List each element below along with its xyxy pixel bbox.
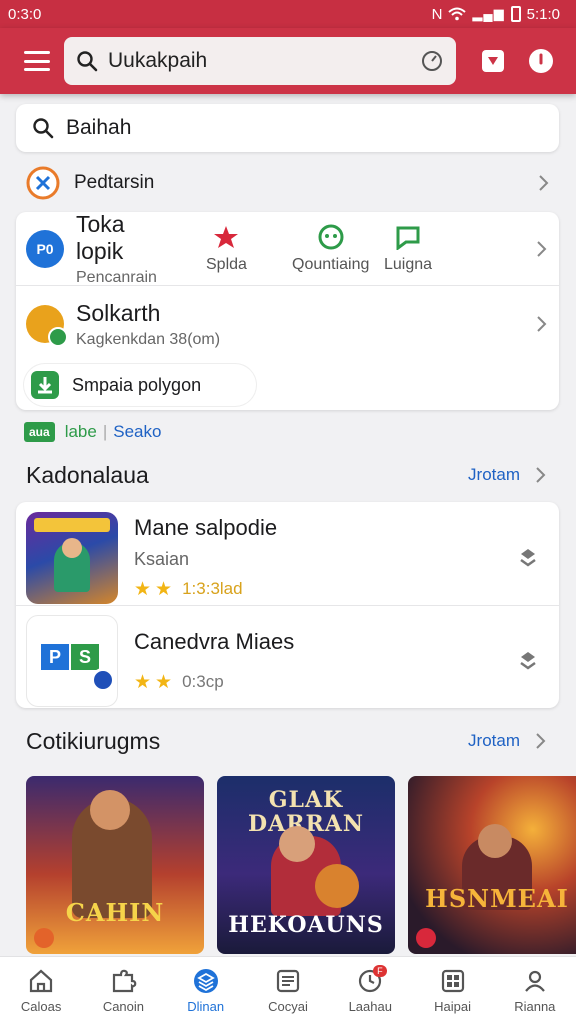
app-subtitle: Ksaian bbox=[134, 548, 190, 569]
solkarth-title: Solkarth bbox=[76, 299, 161, 326]
app-name: Mane salpodie bbox=[134, 514, 278, 540]
app-list-item[interactable]: P S Canedvra Miaes ★ ★ 0:3cp bbox=[16, 614, 559, 708]
status-time: 0:3:0 bbox=[8, 5, 42, 23]
game-title: HEKOAUNS bbox=[228, 912, 384, 938]
download-box-icon bbox=[31, 371, 59, 399]
nav-item-rianna[interactable]: Rianna bbox=[494, 957, 576, 1024]
layers-icon bbox=[193, 969, 218, 993]
chevron-right-icon bbox=[537, 316, 547, 332]
star-icon: ★ bbox=[155, 578, 173, 600]
nav-item-laahau[interactable]: F Laahau bbox=[329, 957, 411, 1024]
puzzle-icon bbox=[113, 969, 137, 993]
app-thumbnail: P S bbox=[26, 615, 118, 707]
filter-tags: aua labe | Seako bbox=[24, 422, 161, 442]
search-icon bbox=[77, 51, 98, 72]
install-icon[interactable] bbox=[517, 650, 539, 672]
nav-item-dlinan[interactable]: Dlinan bbox=[165, 957, 247, 1024]
play-protect-icon[interactable] bbox=[480, 48, 506, 74]
install-icon[interactable] bbox=[517, 547, 539, 569]
app-rating: ★ ★ 1:3:3lad bbox=[134, 578, 243, 600]
pedtarsin-label: Pedtarsin bbox=[74, 172, 155, 193]
green-tag[interactable]: aua bbox=[24, 422, 55, 442]
status-bar: 0:3:0 N ▂▄▆ 5:1:0 bbox=[0, 0, 576, 28]
news-icon bbox=[276, 969, 300, 993]
top-search-text: Uukakpaih bbox=[108, 49, 208, 72]
nav-item-canoin[interactable]: Canoin bbox=[82, 957, 164, 1024]
bottom-nav: Caloas Canoin Dlinan Cocyai F Laahau Hai… bbox=[0, 956, 576, 1024]
chevron-right-icon bbox=[537, 241, 547, 257]
app-rating: ★ ★ 0:3cp bbox=[134, 671, 224, 693]
section-title: Cotikiurugms bbox=[26, 728, 161, 754]
toka-lopik-title: Toka lopik bbox=[76, 210, 125, 264]
profile-icon[interactable] bbox=[528, 48, 554, 74]
menu-icon[interactable] bbox=[24, 51, 50, 71]
search-box[interactable]: Baihah bbox=[16, 104, 559, 152]
tag-divider: | bbox=[102, 422, 108, 441]
game-badge-icon bbox=[34, 928, 54, 948]
star-icon: ★ bbox=[134, 578, 152, 600]
section-see-more[interactable]: Jrotam bbox=[468, 465, 546, 485]
game-card[interactable]: HSNMEAI bbox=[408, 776, 576, 954]
tag-labe[interactable]: labe bbox=[65, 422, 97, 442]
pedtarsin-row[interactable]: Pedtarsin bbox=[16, 160, 559, 206]
star-burst-icon bbox=[214, 226, 239, 248]
nfc-icon: N bbox=[431, 5, 443, 23]
game-card[interactable]: CAHIN bbox=[26, 776, 204, 954]
shortcut-splda[interactable]: Splda bbox=[206, 224, 247, 274]
game-title: CAHIN bbox=[65, 898, 165, 927]
circle-x-icon bbox=[26, 166, 60, 200]
features-card: P0 Toka lopik Pencanrain Splda Qountiain… bbox=[16, 210, 559, 410]
status-clock: 5:1:0 bbox=[526, 5, 560, 23]
game-title: HSNMEAI bbox=[425, 884, 569, 913]
person-icon bbox=[524, 970, 545, 992]
star-icon: ★ bbox=[155, 671, 173, 693]
toka-lopik-row[interactable]: P0 Toka lopik Pencanrain Splda Qountiain… bbox=[16, 210, 559, 286]
battery-icon bbox=[510, 6, 521, 22]
app-bar: Uukakpaih bbox=[0, 28, 576, 94]
app-icon: P0 bbox=[26, 229, 64, 268]
search-box-text: Baihah bbox=[66, 116, 132, 139]
solkarth-row[interactable]: Solkarth Kagkenkdan 38(om) bbox=[16, 286, 559, 362]
nav-item-caloas[interactable]: Caloas bbox=[0, 957, 82, 1024]
nav-item-haipai[interactable]: Haipai bbox=[411, 957, 493, 1024]
game-card[interactable]: GLAK DARRAN HEKOAUNS bbox=[217, 776, 395, 954]
shortcut-luigna[interactable]: Luigna bbox=[384, 224, 432, 274]
games-carousel: CAHIN GLAK DARRAN HEKOAUNS HSNMEAI bbox=[26, 776, 576, 954]
top-search-field[interactable]: Uukakpaih bbox=[64, 37, 456, 85]
chevron-right-icon bbox=[536, 467, 546, 483]
flag-icon bbox=[396, 226, 420, 250]
game-badge-icon bbox=[416, 928, 436, 948]
notification-badge: F bbox=[373, 965, 387, 977]
smpaia-polygon-label: Smpaia polygon bbox=[72, 374, 202, 395]
section-see-more[interactable]: Jrotam bbox=[468, 731, 546, 751]
avatar bbox=[26, 305, 68, 347]
toka-lopik-subtitle: Pencanrain bbox=[76, 268, 157, 286]
section-title: Kadonalaua bbox=[26, 462, 149, 488]
star-icon: ★ bbox=[134, 671, 152, 693]
wifi-icon bbox=[448, 7, 467, 21]
app-list-item[interactable]: Mane salpodie Ksaian ★ ★ 1:3:3lad bbox=[16, 510, 559, 606]
nav-item-cocyai[interactable]: Cocyai bbox=[247, 957, 329, 1024]
chat-icon bbox=[318, 224, 344, 250]
solkarth-subtitle: Kagkenkdan 38(om) bbox=[76, 330, 221, 348]
smpaia-polygon-chip[interactable]: Smpaia polygon bbox=[24, 364, 256, 406]
home-icon bbox=[30, 969, 53, 993]
app-name: Canedvra Miaes bbox=[134, 628, 295, 654]
app-list-card: Mane salpodie Ksaian ★ ★ 1:3:3lad P S Ca… bbox=[16, 502, 559, 708]
search-icon bbox=[33, 118, 54, 139]
shortcut-qountiaing[interactable]: Qountiaing bbox=[292, 224, 369, 274]
chevron-right-icon bbox=[536, 733, 546, 749]
tag-seako[interactable]: Seako bbox=[113, 422, 161, 442]
grid-icon bbox=[441, 969, 464, 993]
voice-search-icon[interactable] bbox=[420, 49, 444, 73]
chevron-right-icon bbox=[539, 175, 549, 191]
signal-icon: ▂▄▆ bbox=[472, 6, 505, 21]
app-thumbnail bbox=[26, 511, 118, 604]
